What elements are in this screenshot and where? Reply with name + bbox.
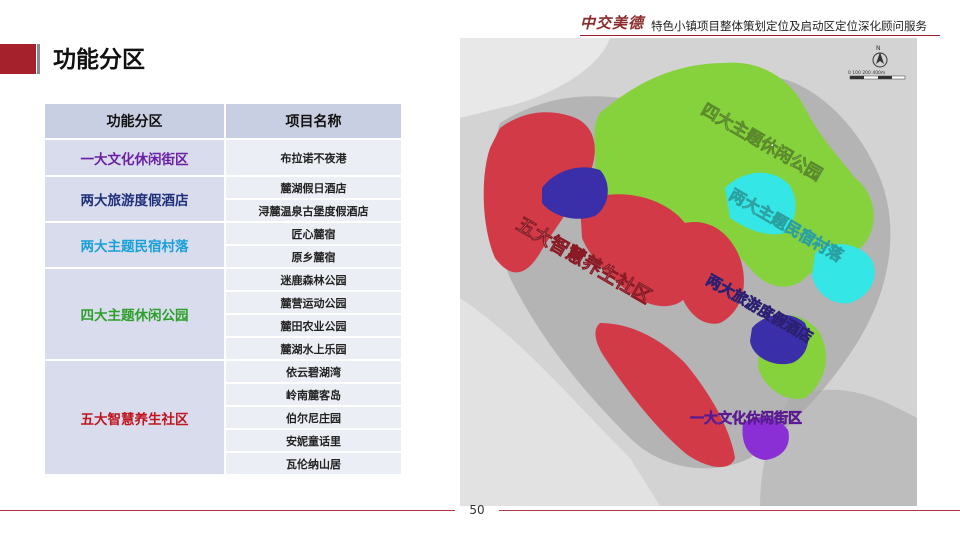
map-label-culture-street: 一大文化休闲街区 [690, 410, 802, 427]
table-header-row: 功能分区 项目名称 [43, 102, 403, 140]
footer-divider-right [499, 510, 960, 511]
zone-name: 五大智慧养生社区 [43, 359, 226, 476]
project-name: 浔麓温泉古堡度假酒店 [224, 198, 403, 223]
footer-divider-left [0, 510, 455, 511]
zones-table: 功能分区 项目名称 一大文化休闲街区 布拉诺不夜港 两大旅游度假酒店 麓湖假日酒… [43, 102, 403, 476]
table-row: 四大主题休闲公园 迷鹿森林公园 [43, 267, 403, 361]
project-name: 匠心麓宿 [224, 221, 403, 246]
logo-text: 中交美德 [580, 13, 645, 32]
project-name: 布拉诺不夜港 [224, 138, 403, 177]
zone-name: 一大文化休闲街区 [43, 138, 226, 177]
scale-bar-icon [849, 75, 906, 80]
zoning-map: 四大主题休闲公园 两大主题民宿村落 五大智慧养生社区 两大旅游度假酒店 一大文化… [460, 38, 917, 506]
header-zone: 功能分区 [43, 102, 226, 140]
header-subtitle: 特色小镇项目整体策划定位及启动区定位深化顾问服务 [651, 19, 927, 33]
project-name: 岭南麓客岛 [224, 382, 403, 407]
project-name: 麓田农业公园 [224, 313, 403, 338]
project-name: 瓦伦纳山居 [224, 451, 403, 476]
zone-name: 两大主题民宿村落 [43, 221, 226, 269]
project-name: 迷鹿森林公园 [224, 267, 403, 292]
zone-name: 四大主题休闲公园 [43, 267, 226, 361]
header-divider [580, 35, 940, 36]
table-row: 五大智慧养生社区 依云碧湖湾 [43, 359, 403, 476]
project-name: 麓营运动公园 [224, 290, 403, 315]
title-accent-bar [0, 44, 36, 74]
header-project: 项目名称 [224, 102, 403, 140]
table-row: 两大主题民宿村落 匠心麓宿 [43, 221, 403, 269]
table-row: 两大旅游度假酒店 麓湖假日酒店 [43, 175, 403, 223]
north-label: N [876, 45, 881, 52]
project-name: 麓湖假日酒店 [224, 175, 403, 200]
project-name: 依云碧湖湾 [224, 359, 403, 384]
company-logo: 中交美德 [580, 9, 644, 35]
scale-label: 0 100 200 400m [848, 70, 885, 76]
title-accent-line [37, 44, 40, 74]
page-title: 功能分区 [53, 47, 145, 73]
map-svg: 四大主题休闲公园 两大主题民宿村落 五大智慧养生社区 两大旅游度假酒店 一大文化… [460, 38, 917, 506]
project-name: 伯尔尼庄园 [224, 405, 403, 430]
table-row: 一大文化休闲街区 布拉诺不夜港 [43, 138, 403, 177]
page-number: 50 [469, 503, 485, 517]
project-name: 麓湖水上乐园 [224, 336, 403, 361]
project-name: 安妮童话里 [224, 428, 403, 453]
project-name: 原乡麓宿 [224, 244, 403, 269]
zone-name: 两大旅游度假酒店 [43, 175, 226, 223]
